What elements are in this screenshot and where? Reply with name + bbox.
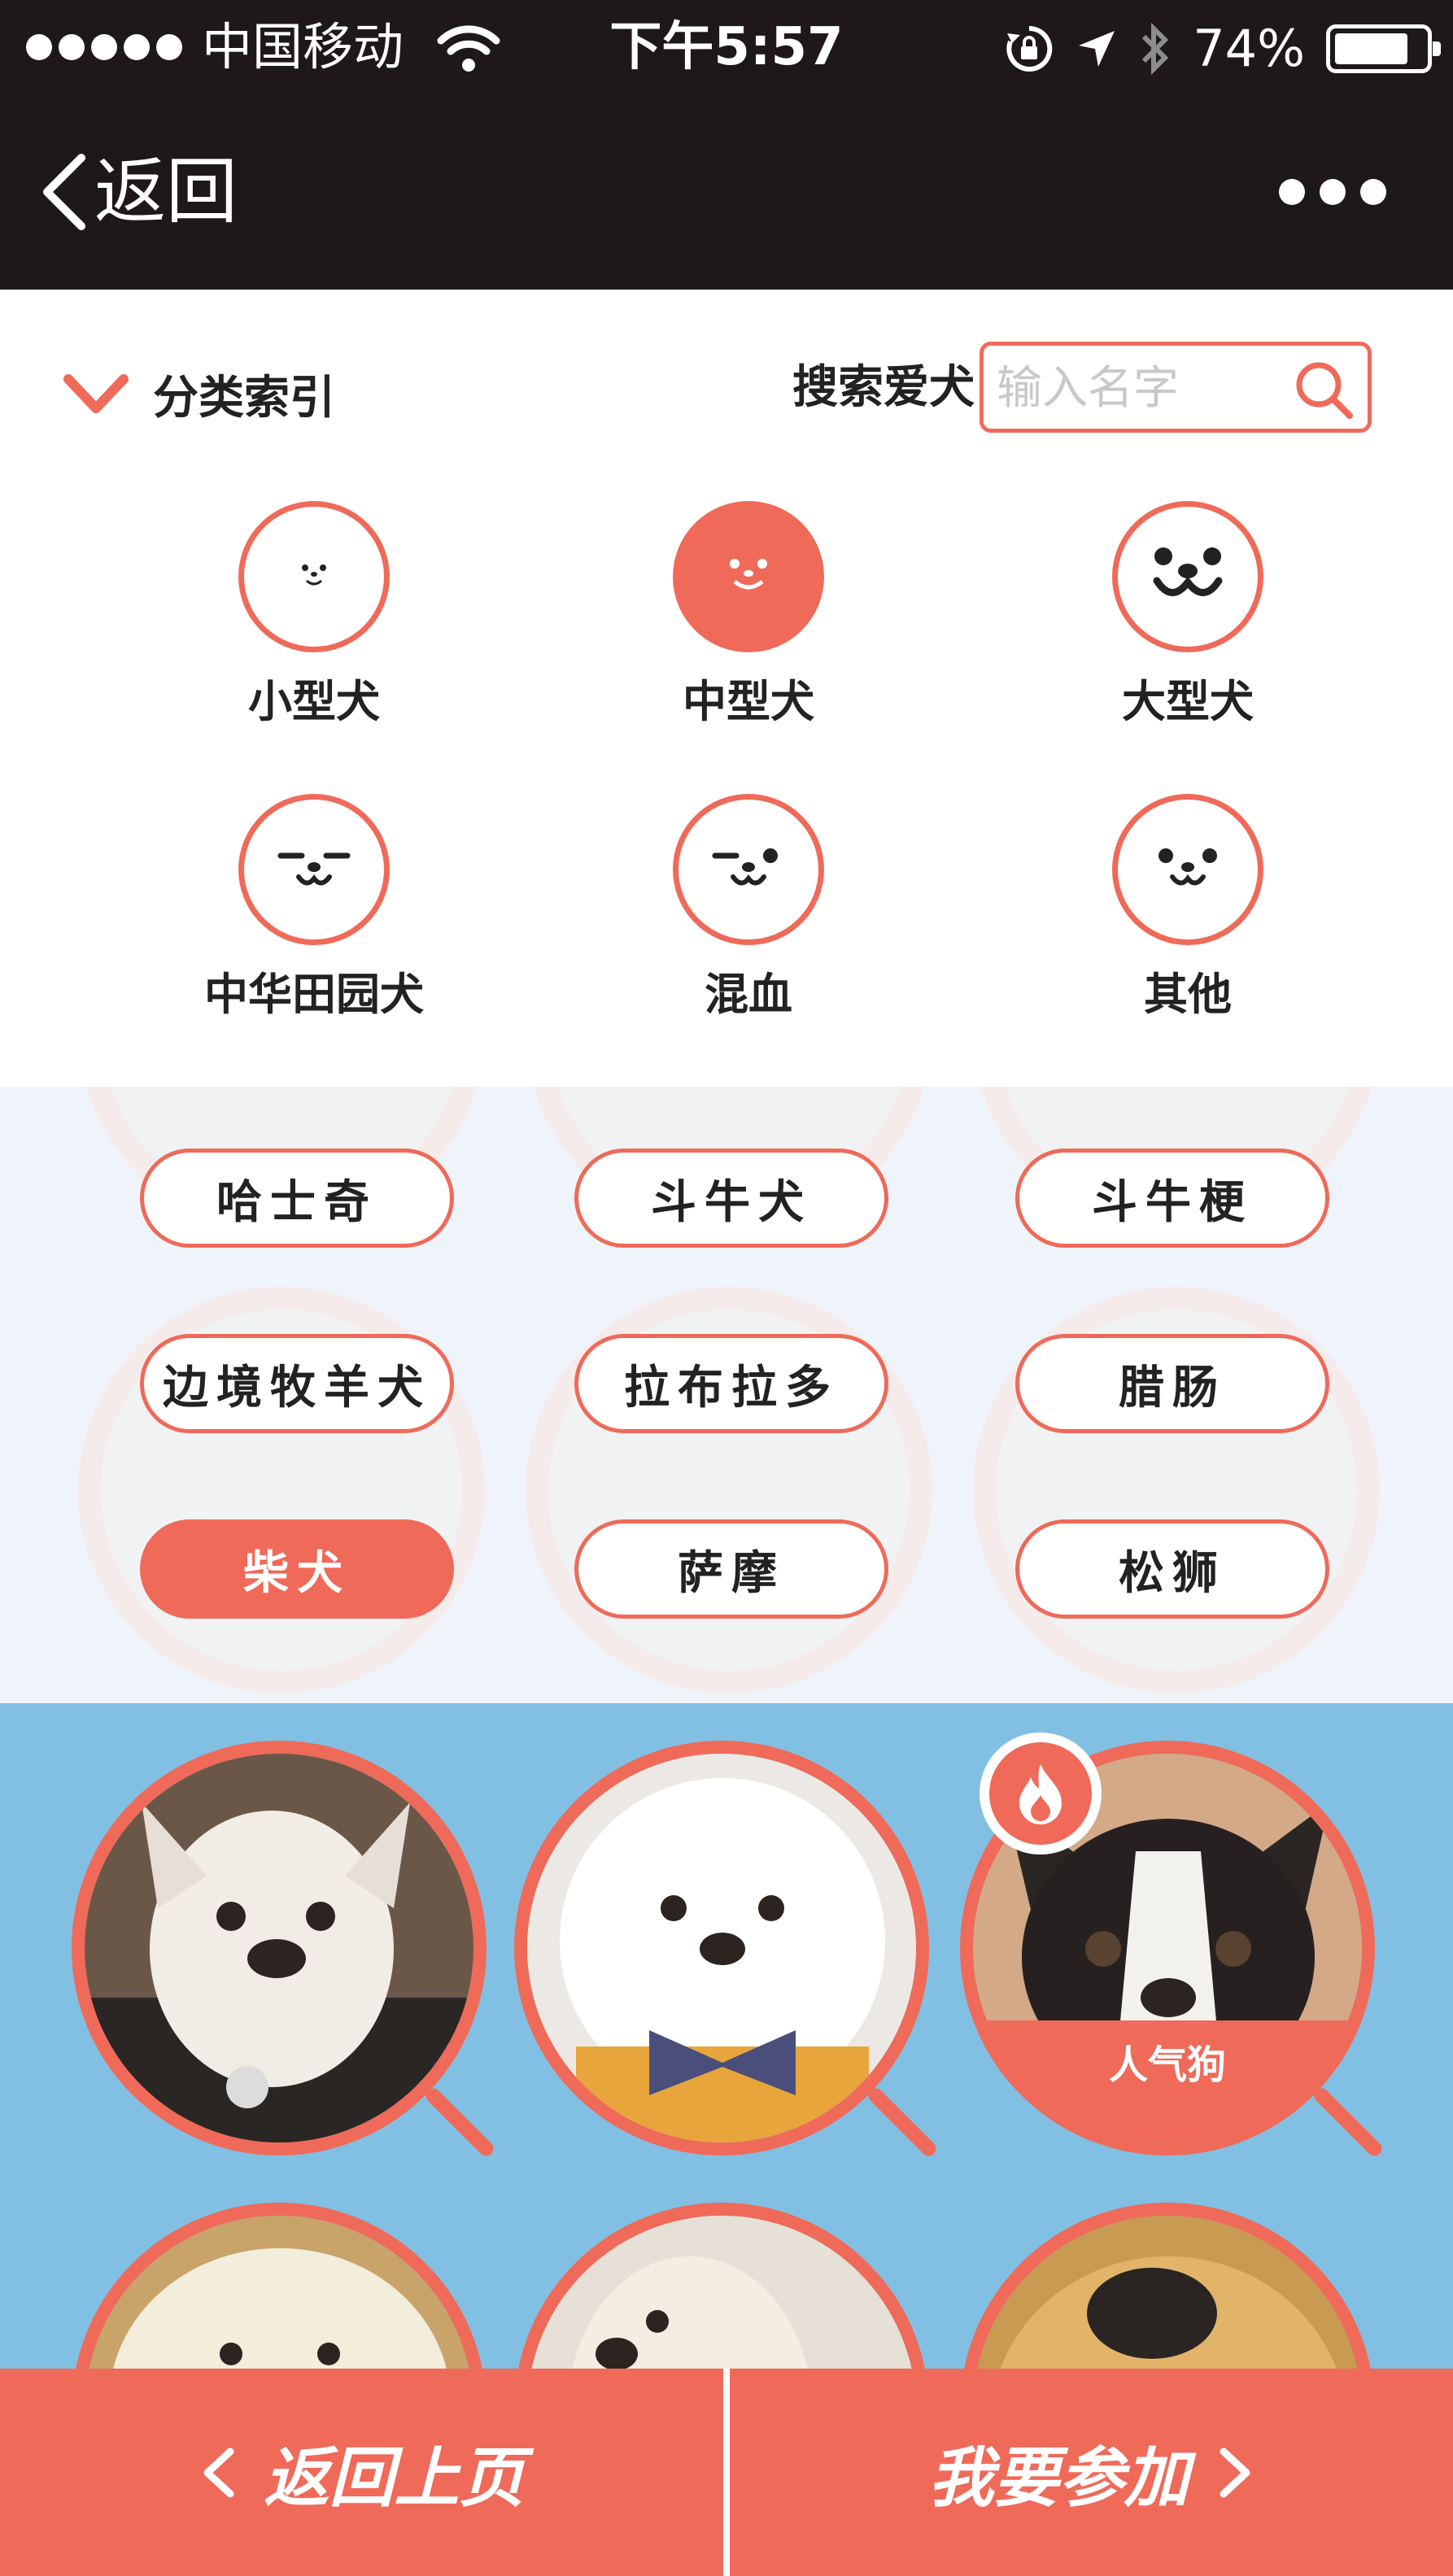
category-item-large[interactable]: 大型犬 xyxy=(1017,501,1359,730)
breed-button-selected[interactable]: 柴犬 xyxy=(140,1519,454,1619)
rotation-lock-icon xyxy=(1006,25,1053,72)
category-item-medium[interactable]: 中型犬 xyxy=(578,501,919,730)
category-header[interactable]: 分类索引 xyxy=(63,361,335,427)
category-label: 中华田园犬 xyxy=(204,969,424,1020)
dog-photo xyxy=(72,2203,487,2369)
category-label: 小型犬 xyxy=(248,676,380,727)
chevron-left-icon xyxy=(43,154,85,230)
breed-button[interactable]: 萨摩 xyxy=(574,1519,888,1619)
breed-button[interactable]: 边境牧羊犬 xyxy=(140,1334,454,1433)
mixed-dog-face-icon xyxy=(673,794,824,945)
bottom-action-bar: 返回上页 我要参加 xyxy=(0,2369,1453,2576)
dog-card[interactable] xyxy=(514,2203,929,2369)
category-section: 分类索引 搜索爱犬 小型犬 xyxy=(0,290,1453,1087)
more-options-icon[interactable] xyxy=(1279,179,1386,205)
chevron-left-icon xyxy=(203,2447,233,2497)
category-label: 中型犬 xyxy=(683,676,814,727)
small-dog-face-icon xyxy=(238,501,390,652)
join-button[interactable]: 我要参加 xyxy=(730,2369,1453,2576)
status-bar: 中国移动 下午5:57 74% xyxy=(0,0,1453,94)
dog-card[interactable] xyxy=(72,1741,497,2160)
breed-button[interactable]: 腊肠 xyxy=(1015,1334,1329,1433)
chevron-down-icon xyxy=(63,373,129,413)
search-icon[interactable] xyxy=(1291,357,1356,422)
breed-button[interactable]: 斗牛犬 xyxy=(574,1149,888,1248)
search-box xyxy=(980,342,1372,433)
breed-button[interactable]: 哈士奇 xyxy=(140,1149,454,1248)
bluetooth-icon xyxy=(1142,22,1169,76)
breed-section: 哈士奇 斗牛犬 斗牛梗 边境牧羊犬 拉布拉多 腊肠 柴犬 萨摩 松狮 xyxy=(0,1087,1453,1703)
category-label: 大型犬 xyxy=(1122,676,1254,727)
nav-bar: 返回 xyxy=(0,94,1453,290)
large-dog-face-icon xyxy=(1112,501,1263,652)
dog-gallery: 人气狗 xyxy=(0,1703,1453,2369)
category-label: 其他 xyxy=(1144,969,1232,1020)
breed-button[interactable]: 斗牛梗 xyxy=(1015,1149,1329,1248)
back-label: 返回 xyxy=(94,150,238,233)
fire-icon xyxy=(980,1733,1102,1855)
popular-label: 人气狗 xyxy=(973,2020,1362,2142)
chinese-dog-face-icon xyxy=(238,794,390,945)
dog-card[interactable] xyxy=(72,2203,487,2369)
chevron-right-icon xyxy=(1220,2447,1250,2497)
dog-photo xyxy=(514,2203,929,2369)
medium-dog-face-icon xyxy=(673,501,824,652)
breed-button[interactable]: 拉布拉多 xyxy=(574,1334,888,1433)
join-label: 我要参加 xyxy=(928,2439,1189,2516)
back-page-label: 返回上页 xyxy=(264,2439,525,2516)
battery-percent: 74% xyxy=(1193,19,1305,78)
top-bar: 中国移动 下午5:57 74% 返回 xyxy=(0,0,1453,290)
category-label: 混血 xyxy=(705,969,792,1020)
back-button[interactable]: 返回 xyxy=(39,151,238,233)
category-header-label: 分类索引 xyxy=(153,372,335,425)
dog-card[interactable] xyxy=(960,2203,1375,2369)
breed-button[interactable]: 松狮 xyxy=(1015,1519,1329,1619)
dog-card-popular[interactable]: 人气狗 xyxy=(960,1733,1385,2160)
dog-card[interactable] xyxy=(514,1741,940,2160)
battery-icon xyxy=(1326,24,1441,73)
search-input[interactable] xyxy=(995,357,1288,419)
other-dog-face-icon xyxy=(1112,794,1263,945)
dog-photo xyxy=(960,2203,1375,2369)
category-item-small[interactable]: 小型犬 xyxy=(143,501,485,730)
location-arrow-icon xyxy=(1079,31,1115,67)
divider xyxy=(723,2369,730,2576)
back-page-button[interactable]: 返回上页 xyxy=(0,2369,723,2576)
category-item-chinese[interactable]: 中华田园犬 xyxy=(143,794,485,1023)
category-item-other[interactable]: 其他 xyxy=(1017,794,1359,1023)
category-item-mixed[interactable]: 混血 xyxy=(578,794,919,1023)
search-label: 搜索爱犬 xyxy=(792,361,975,414)
dog-photo xyxy=(514,1741,929,2155)
dog-photo xyxy=(72,1741,487,2155)
